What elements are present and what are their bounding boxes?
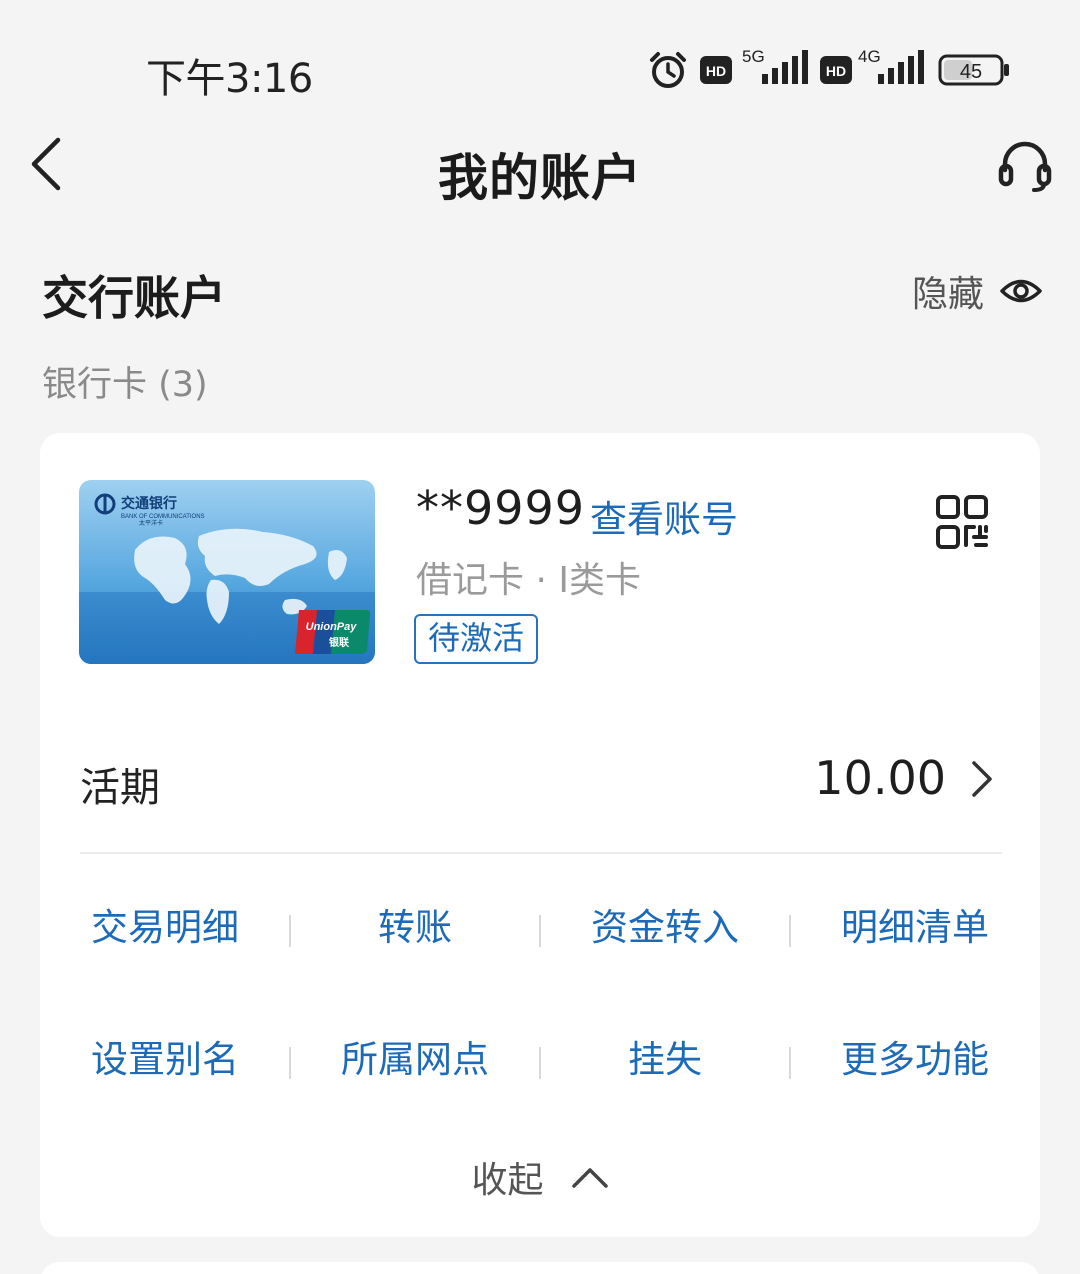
balance-row[interactable]: 活期 10.00 (80, 733, 1002, 833)
set-alias-button[interactable]: 设置别名 (40, 1025, 290, 1095)
svg-text:45: 45 (960, 61, 982, 83)
section-title: 交行账户 (42, 271, 226, 325)
divider (80, 852, 1002, 854)
signal-5g-icon: 5G (742, 47, 808, 84)
chevron-right-icon (972, 761, 992, 797)
bank-card-illustration: 交通银行 BANK OF COMMUNICATIONS 太平洋卡 UnionPa… (79, 480, 375, 664)
action-row: 交易明细 转账 资金转入 明细清单 (40, 893, 1040, 1025)
collapse-label: 收起 (471, 1160, 544, 1201)
action-row: 设置别名 所属网点 挂失 更多功能 (40, 1025, 1040, 1157)
status-badge: 待激活 (414, 614, 538, 664)
svg-text:交通银行: 交通银行 (121, 495, 177, 512)
svg-text:太平洋卡: 太平洋卡 (139, 519, 163, 527)
svg-text:4G: 4G (858, 47, 881, 66)
svg-text:银联: 银联 (329, 636, 349, 649)
hd-badge-icon: HD (700, 56, 732, 84)
navigation-bar: 我的账户 (0, 110, 1080, 220)
battery-icon: 45 (938, 54, 1009, 86)
card-type: 借记卡 · I类卡 (416, 560, 641, 601)
my-accounts-page: 下午3:16 HD 5G HD 4G 45 我的账户 交行账户 隐藏 银行卡 (… (0, 0, 1080, 1274)
statement-list-button[interactable]: 明细清单 (790, 893, 1040, 963)
transfer-button[interactable]: 转账 (290, 893, 540, 963)
card-count: 银行卡 (3) (42, 365, 208, 405)
qr-code-icon[interactable] (936, 495, 988, 549)
report-loss-button[interactable]: 挂失 (540, 1025, 790, 1095)
action-grid: 交易明细 转账 资金转入 明细清单 设置别名 所属网点 挂失 更多功能 (40, 893, 1040, 1157)
balance-label: 活期 (80, 765, 160, 811)
next-account-card[interactable] (40, 1262, 1040, 1274)
more-functions-button[interactable]: 更多功能 (790, 1025, 1040, 1095)
status-icons: HD 5G HD 4G 45 (648, 46, 1028, 96)
svg-text:HD: HD (826, 63, 846, 79)
bank-card-image[interactable]: 交通银行 BANK OF COMMUNICATIONS 太平洋卡 UnionPa… (79, 480, 375, 664)
fund-transfer-in-button[interactable]: 资金转入 (540, 893, 790, 963)
separator (539, 1047, 541, 1079)
status-bar: 下午3:16 HD 5G HD 4G 45 (0, 0, 1080, 110)
svg-text:HD: HD (706, 63, 726, 79)
branch-button[interactable]: 所属网点 (290, 1025, 540, 1095)
chevron-up-icon (571, 1168, 608, 1188)
svg-text:UnionPay: UnionPay (306, 621, 358, 633)
separator (539, 915, 541, 947)
eye-icon (1000, 279, 1042, 303)
alarm-icon (650, 52, 686, 88)
signal-4g-icon: 4G (858, 47, 924, 84)
transaction-details-button[interactable]: 交易明细 (40, 893, 290, 963)
account-card: 交通银行 BANK OF COMMUNICATIONS 太平洋卡 UnionPa… (40, 433, 1040, 1237)
hd-badge-icon: HD (820, 56, 852, 84)
collapse-button[interactable]: 收起 (40, 1151, 1040, 1207)
view-account-link[interactable]: 查看账号 (590, 489, 738, 543)
hide-label: 隐藏 (911, 274, 984, 315)
separator (289, 915, 291, 947)
unionpay-logo: UnionPay 银联 (295, 610, 371, 654)
svg-text:5G: 5G (742, 47, 765, 66)
headset-icon[interactable] (998, 140, 1052, 192)
page-title: 我的账户 (438, 149, 642, 207)
hide-balance-toggle[interactable]: 隐藏 (911, 268, 1042, 315)
card-number: **9999 (416, 481, 586, 535)
separator (289, 1047, 291, 1079)
status-time: 下午3:16 (146, 56, 313, 102)
separator (789, 915, 791, 947)
separator (789, 1047, 791, 1079)
balance-value: 10.00 (814, 751, 946, 805)
